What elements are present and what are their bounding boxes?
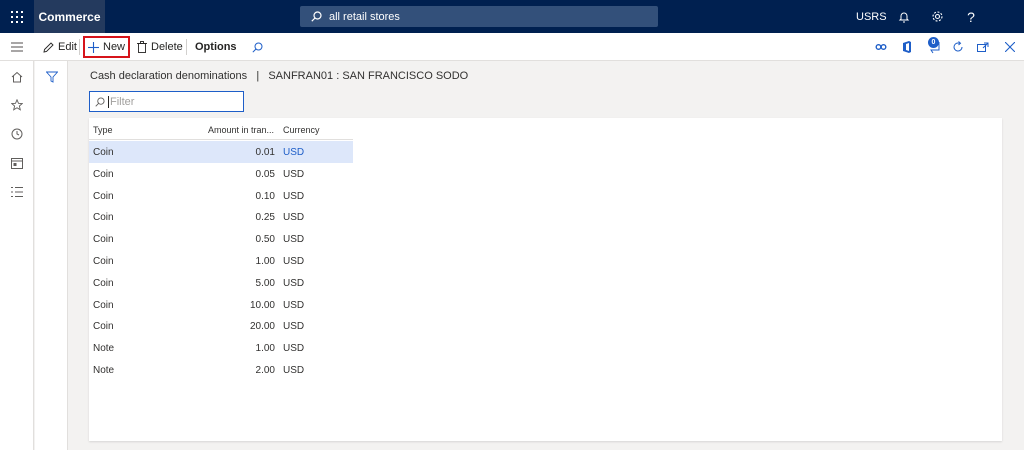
global-search-text: all retail stores	[329, 10, 400, 23]
new-button-label: New	[103, 41, 126, 53]
cell-amount: 0.05	[255, 168, 275, 180]
divider	[186, 39, 187, 55]
page-caption: Cash declaration denominations | SANFRAN…	[90, 70, 469, 82]
cell-amount: 5.00	[255, 277, 275, 289]
hamburger-icon[interactable]	[0, 33, 34, 61]
cell-type: Coin	[93, 234, 114, 246]
edit-button-label: Edit	[58, 41, 77, 53]
refresh-icon[interactable]	[946, 33, 970, 61]
options-tab[interactable]: Options	[192, 36, 240, 58]
attachments-count-badge: 0	[928, 37, 939, 48]
cell-type: Coin	[93, 256, 114, 267]
clock-icon[interactable]	[0, 120, 34, 148]
star-icon[interactable]	[0, 91, 34, 119]
cell-type: Coin	[93, 190, 114, 202]
bell-icon[interactable]	[889, 0, 919, 33]
open-new-window-icon[interactable]	[971, 33, 995, 61]
pencil-icon	[43, 41, 54, 53]
cell-currency: USD	[283, 234, 305, 246]
home-icon[interactable]	[0, 63, 34, 91]
cell-amount: 2.00	[255, 365, 275, 376]
cell-type: Coin	[93, 168, 114, 180]
cell-type: Coin	[93, 299, 114, 311]
link-icon[interactable]	[869, 33, 893, 61]
company-picker[interactable]: USRS	[856, 0, 887, 33]
app-name[interactable]: Commerce	[34, 0, 105, 33]
cell-amount: 0.10	[255, 190, 275, 202]
edit-button[interactable]: Edit	[40, 36, 80, 58]
table-row[interactable]: Coin 0.50 USD	[89, 228, 353, 250]
cell-currency: USD	[283, 147, 305, 158]
table-row[interactable]: Coin 1.00 USD	[89, 250, 353, 272]
workspace-icon[interactable]	[0, 149, 34, 177]
search-icon	[311, 11, 322, 22]
table-row[interactable]: Coin 0.25 USD	[89, 206, 353, 228]
table-row[interactable]: Coin 5.00 USD	[89, 272, 353, 294]
funnel-icon[interactable]	[42, 67, 62, 87]
plus-icon	[88, 41, 99, 53]
divider	[79, 39, 80, 55]
top-bar: Commerce all retail stores USRS ?	[0, 0, 1024, 33]
cell-currency: USD	[283, 365, 305, 376]
cell-currency: USD	[283, 277, 305, 289]
cell-amount: 20.00	[249, 321, 275, 333]
cell-currency: USD	[283, 212, 305, 224]
table-row[interactable]: Note 2.00 USD	[89, 359, 353, 381]
cell-type: Note	[93, 365, 115, 376]
office-icon[interactable]	[895, 33, 919, 61]
grid-header: Type Amount in tran... Currency	[89, 118, 353, 140]
search-icon	[95, 96, 105, 107]
new-button[interactable]: New	[83, 36, 131, 58]
global-search-box[interactable]: all retail stores	[300, 6, 658, 27]
cell-amount: 10.00	[249, 299, 275, 311]
table-row[interactable]: Coin 10.00 USD	[89, 294, 353, 316]
options-tab-label: Options	[195, 41, 237, 53]
cell-currency: USD	[283, 256, 305, 267]
cell-type: Note	[93, 343, 115, 355]
delete-button-label: Delete	[151, 41, 183, 53]
cell-currency: USD	[283, 321, 305, 333]
cell-currency: USD	[283, 168, 305, 180]
cell-type: Coin	[93, 212, 114, 224]
filter-pane	[35, 61, 68, 450]
help-icon[interactable]: ?	[956, 0, 986, 33]
text-cursor	[108, 95, 109, 108]
trash-icon	[137, 41, 147, 53]
column-header-type[interactable]: Type	[93, 125, 113, 135]
table-row[interactable]: Note 1.00 USD	[89, 337, 353, 359]
table-row[interactable]: Coin 20.00 USD	[89, 315, 353, 337]
grid-card: Type Amount in tran... Currency Coin 0.01…	[89, 118, 1002, 441]
table-row[interactable]: Coin 0.10 USD	[89, 185, 353, 207]
list-icon[interactable]	[0, 178, 34, 206]
close-icon[interactable]	[998, 33, 1022, 61]
cell-currency: USD	[283, 343, 305, 355]
cell-currency: USD	[283, 190, 305, 202]
filter-placeholder: Filter	[110, 95, 135, 108]
cell-amount: 1.00	[255, 256, 275, 267]
table-row[interactable]: Coin 0.01 USD	[89, 141, 353, 163]
cell-amount: 0.25	[255, 212, 275, 224]
gear-icon[interactable]	[922, 0, 952, 33]
action-pane: Edit New Delete Options 0	[0, 33, 1024, 61]
cell-amount: 1.00	[255, 343, 275, 355]
grid-filter-input[interactable]: Filter	[89, 91, 244, 112]
column-header-currency[interactable]: Currency	[283, 125, 320, 135]
search-icon[interactable]	[245, 33, 269, 61]
delete-button[interactable]: Delete	[134, 36, 186, 58]
cell-currency: USD	[283, 299, 305, 311]
cell-amount: 0.50	[255, 234, 275, 246]
cell-type: Coin	[93, 277, 114, 289]
cell-amount: 0.01	[255, 147, 275, 158]
cell-type: Coin	[93, 321, 114, 333]
column-header-amount[interactable]: Amount in tran...	[208, 125, 274, 135]
table-row[interactable]: Coin 0.05 USD	[89, 163, 353, 185]
waffle-icon[interactable]	[0, 0, 34, 33]
attachments-icon[interactable]: 0	[923, 33, 947, 61]
cell-type: Coin	[93, 147, 114, 158]
navigation-pane	[0, 61, 34, 450]
